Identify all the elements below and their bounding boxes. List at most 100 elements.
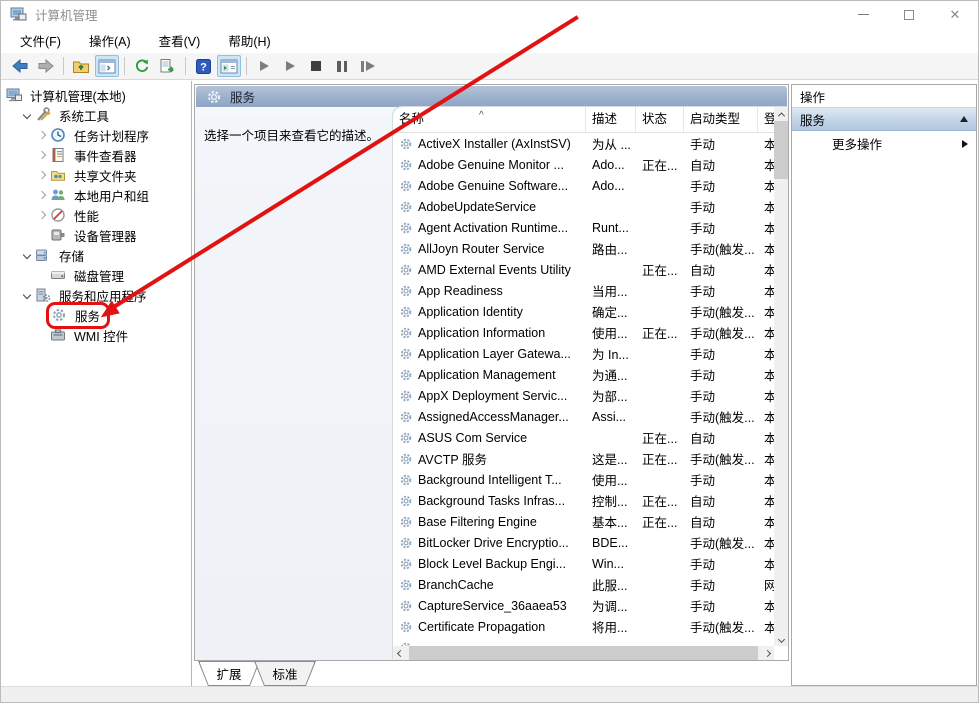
service-row[interactable]: BitLocker Drive Encryptio...BDE...手动(触发.… — [393, 532, 774, 553]
service-row[interactable]: AppX Deployment Servic...为部...手动本 — [393, 385, 774, 406]
service-row[interactable]: AdobeUpdateService手动本 — [393, 196, 774, 217]
tree-item-系统工具[interactable]: 系统工具 — [1, 105, 191, 125]
horizontal-scrollbar[interactable] — [393, 646, 774, 660]
service-row[interactable]: Adobe Genuine Software...Ado...手动本 — [393, 175, 774, 196]
tree-item-计算机管理(本地)[interactable]: 计算机管理(本地) — [1, 85, 191, 105]
close-button[interactable]: ✕ — [932, 1, 978, 28]
help-button[interactable]: ? — [191, 55, 215, 77]
service-row[interactable]: Background Tasks Infras...控制...正在...自动本 — [393, 490, 774, 511]
refresh-button[interactable] — [130, 55, 154, 77]
chevron-right-icon[interactable] — [35, 192, 49, 198]
tree-item-本地用户和组[interactable]: 本地用户和组 — [1, 185, 191, 205]
tree-item-事件查看器[interactable]: 事件查看器 — [1, 145, 191, 165]
actions-section-services[interactable]: 服务 — [792, 108, 976, 131]
service-row[interactable]: AMD External Events Utility正在...自动本 — [393, 259, 774, 280]
tree-item-label: 任务计划程序 — [71, 125, 152, 146]
tree-item-设备管理器[interactable]: 设备管理器 — [1, 225, 191, 245]
pause-service-button[interactable] — [330, 55, 354, 77]
up-level-button[interactable] — [69, 55, 93, 77]
column-header-2[interactable]: 状态 — [636, 107, 684, 132]
more-actions-item[interactable]: 更多操作 — [792, 131, 976, 156]
service-row[interactable]: CaptureService_36aaea53为调...手动本 — [393, 595, 774, 616]
service-startup-type: 手动(触发... — [684, 449, 758, 468]
service-description: 这是... — [586, 449, 636, 468]
menu-item-2[interactable]: 查看(V) — [149, 28, 211, 53]
service-row[interactable]: Application Management为通...手动本 — [393, 364, 774, 385]
column-header-label: 状态 — [642, 108, 667, 127]
stop-service-button[interactable] — [304, 55, 328, 77]
tree-item-服务和应用程序[interactable]: 服务和应用程序 — [1, 285, 191, 305]
back-button[interactable] — [8, 55, 32, 77]
service-row[interactable]: Block Level Backup Engi...Win...手动本 — [393, 553, 774, 574]
chevron-right-icon[interactable] — [35, 152, 49, 158]
vertical-scrollbar[interactable] — [774, 107, 788, 646]
tree-item-服务[interactable]: 服务 — [1, 305, 191, 325]
tree-item-存储[interactable]: 存储 — [1, 245, 191, 265]
column-header-0[interactable]: 名称^ — [393, 107, 586, 132]
service-row[interactable]: Background Intelligent T...使用...手动本 — [393, 469, 774, 490]
tree-item-WMI 控件[interactable]: WMI 控件 — [1, 325, 191, 345]
menu-item-3[interactable]: 帮助(H) — [218, 28, 280, 53]
console-tree-toggle[interactable] — [95, 55, 119, 77]
tree-item-磁盘管理[interactable]: 磁盘管理 — [1, 265, 191, 285]
tree-item-性能[interactable]: 性能 — [1, 205, 191, 225]
chevron-down-icon[interactable] — [20, 112, 34, 118]
maximize-button[interactable] — [886, 1, 932, 28]
view-tab-标准[interactable]: 标准 — [254, 661, 316, 686]
service-description: 路由... — [586, 239, 636, 258]
resume-service-button[interactable] — [278, 55, 302, 77]
menu-item-1[interactable]: 操作(A) — [79, 28, 141, 53]
view-tab-strip: 扩展标准 — [194, 661, 789, 688]
service-row[interactable]: AllJoyn Router Service路由...手动(触发...本 — [393, 238, 774, 259]
tree-item-共享文件夹[interactable]: 共享文件夹 — [1, 165, 191, 185]
service-row[interactable]: AVCTP 服务这是...正在...手动(触发...本 — [393, 448, 774, 469]
chevron-right-icon[interactable] — [35, 132, 49, 138]
service-row[interactable]: Application Layer Gatewa...为 In...手动本 — [393, 343, 774, 364]
service-logon-as: 本 — [758, 260, 774, 279]
scroll-down-button[interactable] — [774, 632, 788, 646]
service-startup-type: 手动(触发... — [684, 407, 758, 426]
toolbar: ? — [1, 53, 978, 80]
service-row[interactable]: Agent Activation Runtime...Runt...手动本 — [393, 217, 774, 238]
chevron-down-icon[interactable] — [20, 292, 34, 298]
service-row[interactable]: AssignedAccessManager...Assi...手动(触发...本 — [393, 406, 774, 427]
disk-management-icon — [49, 267, 66, 283]
column-header-1[interactable]: 描述 — [586, 107, 636, 132]
service-logon-as: 本 — [758, 239, 774, 258]
action-pane-toggle[interactable] — [217, 55, 241, 77]
service-name: Block Level Backup Engi... — [393, 557, 586, 571]
chevron-right-icon[interactable] — [35, 212, 49, 218]
service-row[interactable]: Application Identity确定...手动(触发...本 — [393, 301, 774, 322]
tree-item-任务计划程序[interactable]: 任务计划程序 — [1, 125, 191, 145]
restart-service-button[interactable] — [356, 55, 380, 77]
service-description: Ado... — [586, 158, 636, 172]
service-row[interactable]: BranchCache此服...手动网 — [393, 574, 774, 595]
service-row[interactable]: ActiveX Installer (AxInstSV)为从 ...手动本 — [393, 133, 774, 154]
start-service-button[interactable] — [252, 55, 276, 77]
chevron-down-icon[interactable] — [20, 252, 34, 258]
menu-item-0[interactable]: 文件(F) — [10, 28, 71, 53]
forward-button[interactable] — [34, 55, 58, 77]
chevron-right-icon[interactable] — [35, 172, 49, 178]
vertical-scroll-thumb[interactable] — [774, 121, 788, 179]
scroll-left-button[interactable] — [393, 646, 407, 660]
services-icon — [50, 307, 67, 323]
export-list-button[interactable] — [156, 55, 180, 77]
collapse-icon[interactable] — [960, 116, 968, 122]
service-row[interactable]: ASUS Com Service正在...自动本 — [393, 427, 774, 448]
view-tab-扩展[interactable]: 扩展 — [198, 661, 260, 686]
scroll-right-button[interactable] — [760, 646, 774, 660]
service-row[interactable]: Adobe Genuine Monitor ...Ado...正在...自动本 — [393, 154, 774, 175]
minimize-button[interactable] — [840, 1, 886, 28]
scroll-up-button[interactable] — [774, 107, 788, 121]
service-startup-type: 手动(触发... — [684, 302, 758, 321]
service-logon-as: 本 — [758, 554, 774, 573]
service-description: 将用... — [586, 617, 636, 636]
service-row[interactable]: Base Filtering Engine基本...正在...自动本 — [393, 511, 774, 532]
column-header-3[interactable]: 启动类型 — [684, 107, 758, 132]
service-row[interactable]: Certificate Propagation将用...手动(触发...本 — [393, 616, 774, 637]
service-row[interactable]: Application Information使用...正在...手动(触发..… — [393, 322, 774, 343]
column-header-4[interactable]: 登录为 — [758, 107, 774, 132]
service-row[interactable]: App Readiness当用...手动本 — [393, 280, 774, 301]
horizontal-scroll-thumb[interactable] — [409, 646, 758, 660]
